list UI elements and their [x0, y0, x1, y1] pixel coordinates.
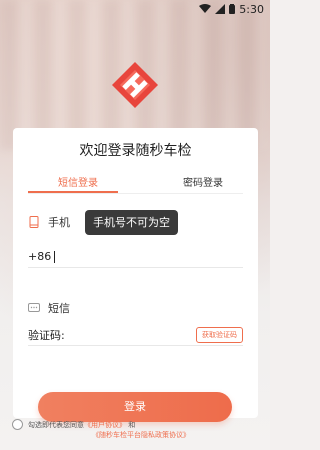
agreement-prefix: 勾选即代表您同意: [28, 421, 84, 429]
phone-label: 手机: [48, 216, 70, 229]
sms-label-row: 短信: [28, 300, 70, 316]
battery-icon: [229, 4, 236, 14]
login-button[interactable]: 登录: [38, 392, 232, 422]
verification-code-field[interactable]: 验证码: 获取验证码: [28, 324, 243, 346]
agreement-checkbox[interactable]: [12, 419, 23, 430]
phone-input[interactable]: +86: [28, 246, 243, 268]
signal-icon: [215, 4, 226, 14]
login-card: 欢迎登录随秒车检 短信登录 密码登录 手机 手机号不可为空 +86 短信 验证码…: [13, 128, 258, 418]
code-label: 验证码:: [28, 328, 65, 342]
active-tab-indicator: [28, 191, 118, 193]
toast-message: 手机号不可为空: [85, 210, 178, 235]
app-logo: [110, 60, 160, 110]
tab-password-login[interactable]: 密码登录: [183, 174, 223, 189]
text-caret: [54, 250, 56, 263]
tab-sms-login[interactable]: 短信登录: [58, 174, 98, 189]
status-bar: 5:30: [0, 0, 270, 18]
tab-divider: [28, 193, 243, 194]
agreement-text: 勾选即代表您同意《用户协议》 和: [28, 420, 135, 430]
phone-icon: [28, 216, 40, 228]
user-agreement-link[interactable]: 《用户协议》: [84, 421, 126, 429]
agreement-connector: 和: [128, 421, 136, 429]
page-title: 欢迎登录随秒车检: [79, 143, 192, 159]
get-code-button[interactable]: 获取验证码: [196, 326, 243, 343]
status-time: 5:30: [239, 2, 264, 16]
message-icon: [28, 302, 40, 314]
phone-label-row: 手机: [28, 214, 70, 230]
privacy-policy-link[interactable]: 《随秒车检平台隐私政策协议》: [92, 430, 190, 440]
login-tabs: 短信登录 密码登录: [13, 174, 258, 198]
sms-label: 短信: [48, 302, 70, 315]
wifi-icon: [199, 4, 212, 14]
phone-prefix: +86: [28, 250, 52, 263]
